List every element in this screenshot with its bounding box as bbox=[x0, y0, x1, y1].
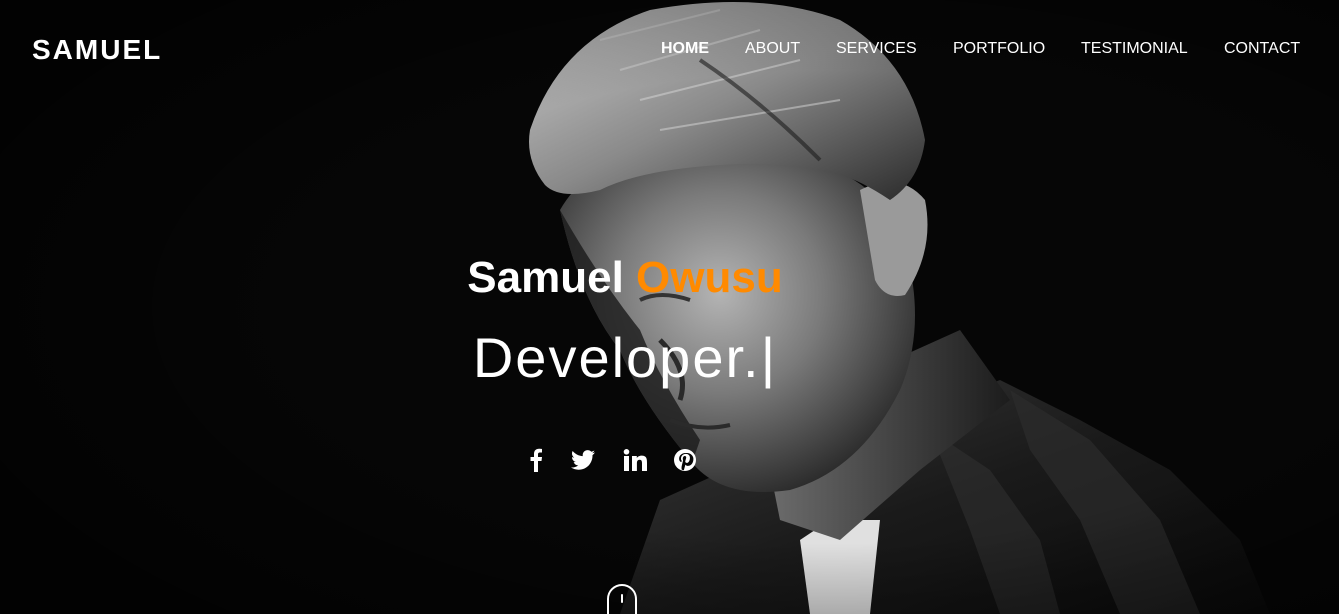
hero-role-typed: Developer.| bbox=[0, 328, 1250, 388]
nav-home[interactable]: HOME bbox=[661, 40, 709, 58]
linkedin-icon[interactable] bbox=[621, 446, 649, 474]
facebook-icon[interactable] bbox=[522, 446, 550, 474]
nav-portfolio[interactable]: PORTFOLIO bbox=[953, 40, 1045, 58]
scroll-wheel bbox=[621, 594, 623, 603]
nav-contact[interactable]: CONTACT bbox=[1224, 40, 1300, 58]
scroll-down-indicator[interactable] bbox=[607, 584, 637, 614]
typing-cursor: | bbox=[760, 326, 778, 389]
hero-name: Samuel Owusu bbox=[0, 254, 1250, 302]
nav-about[interactable]: ABOUT bbox=[745, 40, 800, 58]
nav-services[interactable]: SERVICES bbox=[836, 40, 917, 58]
top-navbar: SAMUEL HOME ABOUT SERVICES PORTFOLIO TES… bbox=[0, 0, 1339, 100]
hero-last-name: Owusu bbox=[636, 253, 783, 302]
hero-section: SAMUEL HOME ABOUT SERVICES PORTFOLIO TES… bbox=[0, 0, 1339, 614]
brand-logo[interactable]: SAMUEL bbox=[32, 34, 162, 66]
hero-role-text: Developer. bbox=[472, 326, 761, 389]
twitter-icon[interactable] bbox=[569, 446, 597, 474]
pinterest-icon[interactable] bbox=[671, 446, 699, 474]
hero-first-name: Samuel bbox=[467, 253, 624, 302]
nav-testimonial[interactable]: TESTIMONIAL bbox=[1081, 40, 1188, 58]
